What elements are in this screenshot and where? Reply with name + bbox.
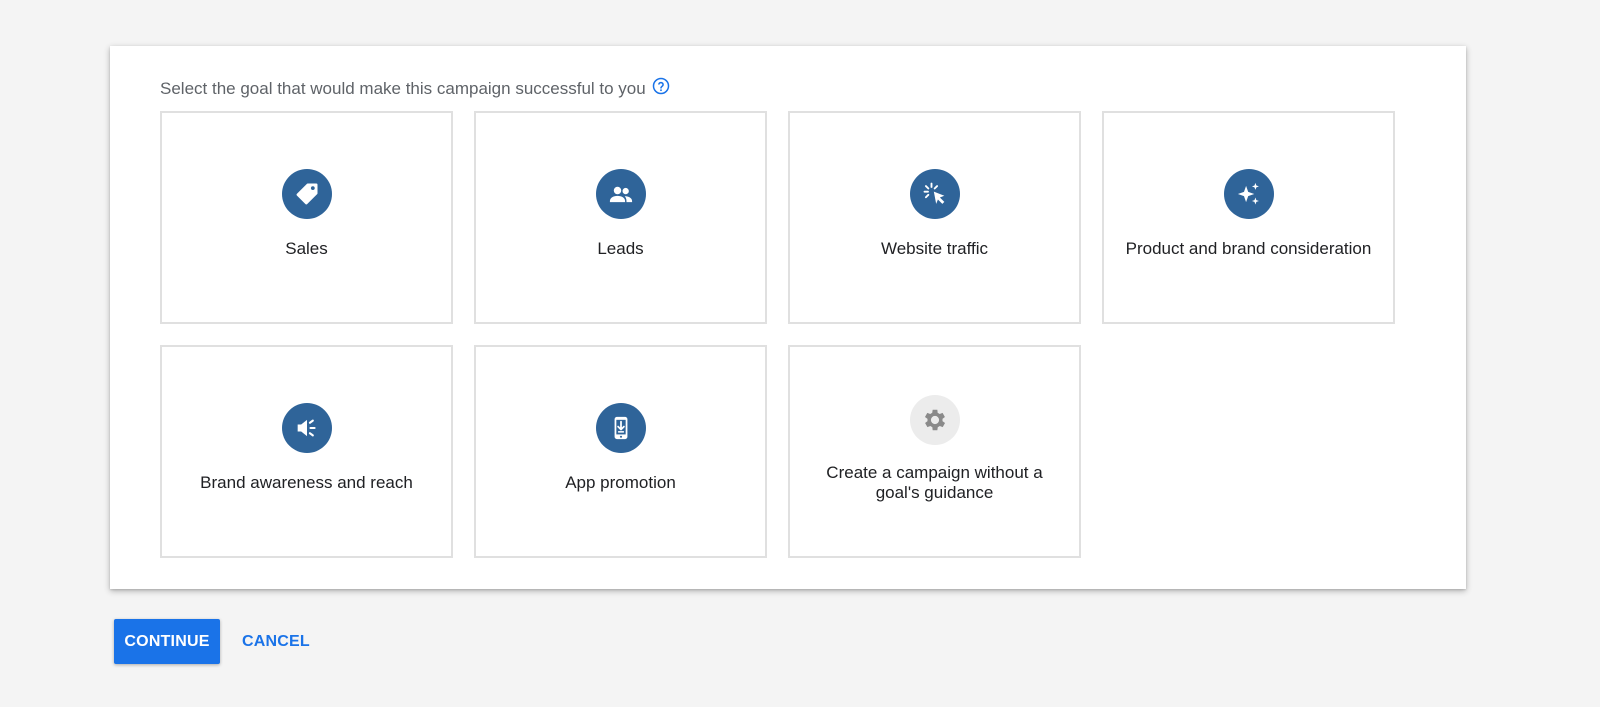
goal-grid: Sales Leads Website traffic Product and … <box>160 111 1395 558</box>
continue-button[interactable]: CONTINUE <box>114 619 220 664</box>
goal-prompt: Select the goal that would make this cam… <box>160 77 670 99</box>
action-bar: CONTINUE CANCEL <box>114 619 316 664</box>
goal-label: Product and brand consideration <box>1125 238 1372 258</box>
tag-icon <box>281 168 332 219</box>
goal-tile-website-traffic[interactable]: Website traffic <box>788 111 1081 324</box>
goal-selection-card: Select the goal that would make this cam… <box>110 46 1466 589</box>
goal-tile-no-goal-guidance[interactable]: Create a campaign without a goal's guida… <box>788 345 1081 558</box>
goal-label: Sales <box>285 238 328 258</box>
goal-tile-leads[interactable]: Leads <box>474 111 767 324</box>
goal-tile-brand-awareness-reach[interactable]: Brand awareness and reach <box>160 345 453 558</box>
goal-label: Website traffic <box>880 238 989 258</box>
goal-tile-sales[interactable]: Sales <box>160 111 453 324</box>
sparkle-icon <box>1223 168 1274 219</box>
cancel-button[interactable]: CANCEL <box>236 619 316 664</box>
gear-icon <box>909 394 960 445</box>
goal-tile-product-brand-consideration[interactable]: Product and brand consideration <box>1102 111 1395 324</box>
cursor-click-icon <box>909 168 960 219</box>
people-icon <box>595 168 646 219</box>
goal-label: Brand awareness and reach <box>200 472 413 492</box>
goal-label: Leads <box>597 238 644 258</box>
megaphone-icon <box>281 402 332 453</box>
goal-label: App promotion <box>565 472 676 492</box>
phone-download-icon <box>595 402 646 453</box>
goal-label: Create a campaign without a goal's guida… <box>826 462 1043 502</box>
goal-tile-app-promotion[interactable]: App promotion <box>474 345 767 558</box>
help-circle-icon[interactable] <box>652 77 670 95</box>
goal-prompt-text: Select the goal that would make this cam… <box>160 79 646 98</box>
